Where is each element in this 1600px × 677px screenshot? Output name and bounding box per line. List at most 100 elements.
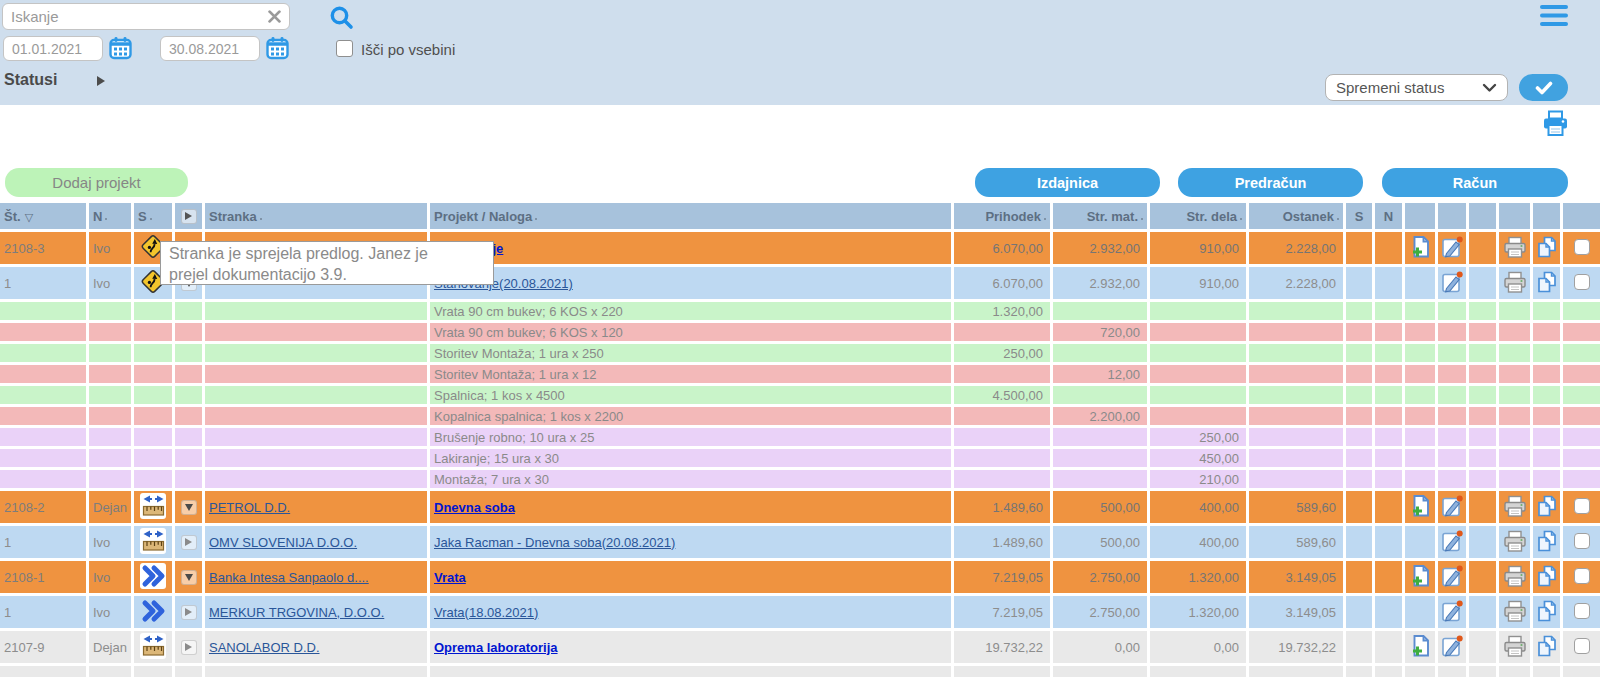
search-content-checkbox[interactable] xyxy=(336,40,353,57)
add-document-icon[interactable] xyxy=(1408,564,1432,588)
projekt-link[interactable]: Vrata(18.08.2021) xyxy=(434,605,538,620)
edit-icon[interactable] xyxy=(1440,270,1464,294)
edit-icon[interactable] xyxy=(1440,634,1464,658)
search-placeholder: Iskanje xyxy=(11,8,268,25)
edit-icon[interactable] xyxy=(1440,529,1464,553)
expand-row-button[interactable] xyxy=(181,605,197,620)
str-dela-value: 910,00 xyxy=(1150,232,1246,264)
collapse-row-button[interactable] xyxy=(181,570,197,585)
header-n[interactable]: N xyxy=(89,203,131,229)
copy-icon[interactable] xyxy=(1535,270,1559,294)
row-checkbox[interactable] xyxy=(1574,603,1590,619)
row-checkbox[interactable] xyxy=(1574,638,1590,654)
project-row: 2107-9DejanSANOLABOR D.D.Oprema laborato… xyxy=(0,631,1600,663)
print-all-icon[interactable] xyxy=(1542,110,1569,137)
str-dela-value: 1.320,00 xyxy=(1150,561,1246,593)
add-document-icon[interactable] xyxy=(1408,634,1432,658)
owner: Ivo xyxy=(89,561,131,593)
header-expand[interactable] xyxy=(175,203,202,229)
print-icon[interactable] xyxy=(1502,270,1528,294)
expand-row-button[interactable] xyxy=(181,640,197,655)
projekt-link[interactable]: Vrata xyxy=(434,570,466,585)
str-mat-value: 2.750,00 xyxy=(1053,561,1147,593)
stranka-link[interactable]: SANOLABOR D.D. xyxy=(209,640,320,655)
header-prihodek[interactable]: Prihodek xyxy=(954,203,1050,229)
predracun-button[interactable]: Predračun xyxy=(1178,168,1363,197)
row-checkbox[interactable] xyxy=(1574,239,1590,255)
racun-button[interactable]: Račun xyxy=(1382,168,1568,197)
arrow-right-icon xyxy=(97,76,105,86)
collapse-row-button[interactable] xyxy=(181,500,197,515)
edit-icon[interactable] xyxy=(1440,599,1464,623)
header-s[interactable]: S xyxy=(134,203,172,229)
expand-row-button[interactable] xyxy=(181,535,197,550)
apply-status-button[interactable] xyxy=(1519,74,1568,101)
row-checkbox[interactable] xyxy=(1574,498,1590,514)
project-row: 2108-1IvoBanka Intesa Sanpaolo d....Vrat… xyxy=(0,561,1600,593)
projekt-link[interactable]: Jaka Racman - Dnevna soba(20.08.2021) xyxy=(434,535,675,550)
calendar-to-icon[interactable] xyxy=(266,36,289,60)
str-dela-value xyxy=(1150,666,1246,677)
copy-icon[interactable] xyxy=(1535,494,1559,518)
copy-icon[interactable] xyxy=(1535,599,1559,623)
copy-icon[interactable] xyxy=(1535,564,1559,588)
header-s2[interactable]: S xyxy=(1346,203,1372,229)
edit-icon[interactable] xyxy=(1440,564,1464,588)
detail-value: 1.320,00 xyxy=(954,302,1050,320)
prihodek-value: 7.219,05 xyxy=(954,596,1050,628)
stranka-link[interactable]: OMV SLOVENIJA D.O.O. xyxy=(209,535,357,550)
header-st[interactable]: Št.▽ xyxy=(0,203,86,229)
stranka-link[interactable]: Banka Intesa Sanpaolo d.... xyxy=(209,570,369,585)
double-chevron-icon xyxy=(140,564,166,588)
print-icon[interactable] xyxy=(1502,599,1528,623)
print-icon[interactable] xyxy=(1502,564,1528,588)
owner: Dejan xyxy=(89,491,131,523)
date-from-input[interactable]: 01.01.2021 xyxy=(3,36,103,61)
calendar-from-icon[interactable] xyxy=(109,36,132,60)
header-n2[interactable]: N xyxy=(1375,203,1402,229)
copy-icon[interactable] xyxy=(1535,634,1559,658)
add-document-icon[interactable] xyxy=(1408,494,1432,518)
stranka-link[interactable]: PETROL D.D. xyxy=(209,500,290,515)
add-project-button[interactable]: Dodaj projekt xyxy=(5,168,188,197)
detail-row: Storitev Montaža; 1 ura x 250250,00 xyxy=(0,344,1600,362)
stranka-link[interactable]: MERKUR TRGOVINA, D.O.O. xyxy=(209,605,384,620)
row-checkbox[interactable] xyxy=(1574,274,1590,290)
str-mat-value: 0,00 xyxy=(1053,631,1147,663)
menu-icon[interactable] xyxy=(1540,5,1568,28)
print-icon[interactable] xyxy=(1502,529,1528,553)
edit-icon[interactable] xyxy=(1440,494,1464,518)
detail-value: 210,00 xyxy=(1150,470,1246,488)
izdajnica-button[interactable]: Izdajnica xyxy=(975,168,1160,197)
date-to-input[interactable]: 30.08.2021 xyxy=(160,36,260,61)
ostanek-value: 19.732,22 xyxy=(1249,631,1343,663)
search-icon[interactable] xyxy=(328,4,355,31)
change-status-select[interactable]: Spremeni status xyxy=(1325,74,1508,101)
print-icon[interactable] xyxy=(1502,235,1528,259)
edit-icon[interactable] xyxy=(1440,235,1464,259)
copy-icon[interactable] xyxy=(1535,235,1559,259)
copy-icon[interactable] xyxy=(1535,529,1559,553)
ostanek-value: 589,60 xyxy=(1249,491,1343,523)
header-str-dela[interactable]: Str. dela xyxy=(1150,203,1246,229)
statusi-expand-button[interactable] xyxy=(93,74,108,88)
print-icon[interactable] xyxy=(1502,634,1528,658)
project-number: 2107-9 xyxy=(0,631,86,663)
header-ostanek[interactable]: Ostanek xyxy=(1249,203,1343,229)
header-projekt[interactable]: Projekt / Naloga xyxy=(430,203,951,229)
str-mat-value: 500,00 xyxy=(1053,491,1147,523)
header-str-mat[interactable]: Str. mat. xyxy=(1053,203,1147,229)
owner: Ivo xyxy=(89,267,131,299)
clear-search-icon[interactable] xyxy=(268,10,281,23)
row-checkbox[interactable] xyxy=(1574,533,1590,549)
header-stranka[interactable]: Stranka xyxy=(205,203,427,229)
triangle-right-icon xyxy=(185,538,192,546)
search-input[interactable]: Iskanje xyxy=(2,3,290,30)
projekt-link[interactable]: Oprema laboratorija xyxy=(434,640,558,655)
add-document-icon[interactable] xyxy=(1408,235,1432,259)
print-icon[interactable] xyxy=(1502,494,1528,518)
search-content-label: Išči po vsebini xyxy=(361,41,455,58)
projekt-link[interactable]: Dnevna soba xyxy=(434,500,515,515)
row-checkbox[interactable] xyxy=(1574,568,1590,584)
measure-icon xyxy=(141,528,166,553)
